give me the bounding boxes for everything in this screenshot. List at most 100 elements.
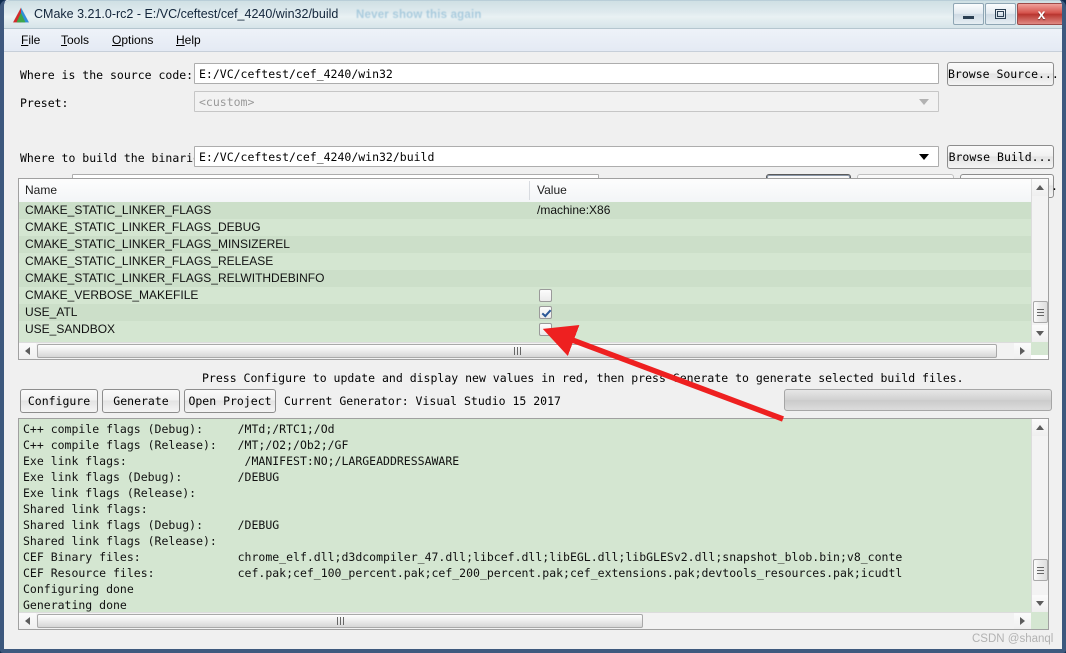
cell-value[interactable]: /machine:X86 xyxy=(537,203,610,217)
browse-source-button[interactable]: Browse Source... xyxy=(947,62,1059,86)
window-controls: x xyxy=(953,3,1062,25)
progress-bar xyxy=(784,389,1052,411)
table-row[interactable]: CMAKE_STATIC_LINKER_FLAGS /machine:X86 xyxy=(19,202,1048,219)
configure-button[interactable]: Configure xyxy=(20,389,98,413)
preset-combo[interactable] xyxy=(194,91,939,112)
minimize-icon xyxy=(963,16,974,19)
build-chevron-down-icon[interactable] xyxy=(919,154,929,160)
cache-table-header: Name Value xyxy=(19,179,1048,203)
cell-name: USE_SANDBOX xyxy=(25,322,116,336)
configure-label: Configure xyxy=(27,394,91,408)
menu-help[interactable]: Help xyxy=(171,32,206,48)
log-line: CEF Binary files: chrome_elf.dll;d3dcomp… xyxy=(23,550,903,564)
log-horizontal-scroll-thumb[interactable] xyxy=(37,614,643,628)
open-project-label: Open Project xyxy=(188,394,272,408)
current-generator-text: Current Generator: Visual Studio 15 2017 xyxy=(284,394,561,408)
log-vertical-scrollbar[interactable] xyxy=(1031,419,1048,612)
maximize-button[interactable] xyxy=(985,3,1016,25)
log-line: Shared link flags (Release): xyxy=(23,534,217,548)
scroll-right-button[interactable] xyxy=(1014,343,1031,359)
table-row[interactable]: USE_SANDBOX xyxy=(19,321,1048,338)
table-row[interactable]: CMAKE_STATIC_LINKER_FLAGS_MINSIZEREL xyxy=(19,236,1048,253)
log-line: Configuring done xyxy=(23,582,134,596)
cell-value-checkbox[interactable] xyxy=(539,323,552,336)
build-label: Where to build the binaries: xyxy=(20,151,214,165)
cell-name: CMAKE_STATIC_LINKER_FLAGS_RELEASE xyxy=(25,254,274,268)
log-vertical-scroll-thumb[interactable] xyxy=(1033,559,1048,581)
log-scroll-down-button[interactable] xyxy=(1032,595,1048,612)
scroll-down-button[interactable] xyxy=(1032,325,1048,342)
title-ghost-text: Never show this again xyxy=(356,9,482,21)
close-button[interactable]: x xyxy=(1017,3,1062,25)
menu-bar: File Tools Options Help xyxy=(4,29,1062,52)
column-divider[interactable] xyxy=(529,181,530,200)
grip-icon xyxy=(1037,308,1044,316)
chevron-right-icon xyxy=(1020,617,1025,625)
watermark: CSDN @shanql xyxy=(972,633,1054,645)
output-log-text: C++ compile flags (Debug): /MTd;/RTC1;/O… xyxy=(19,419,1031,612)
log-line: C++ compile flags (Debug): /MTd;/RTC1;/O… xyxy=(23,422,335,436)
browse-build-label: Browse Build... xyxy=(948,150,1053,164)
menu-file[interactable]: File xyxy=(16,32,45,48)
log-line: Exe link flags (Debug): /DEBUG xyxy=(23,470,280,484)
table-horizontal-scrollbar[interactable] xyxy=(19,342,1031,359)
table-row[interactable]: CMAKE_STATIC_LINKER_FLAGS_RELWITHDEBINFO xyxy=(19,270,1048,287)
log-line: C++ compile flags (Release): /MT;/O2;/Ob… xyxy=(23,438,349,452)
cell-name: CMAKE_STATIC_LINKER_FLAGS_DEBUG xyxy=(25,220,261,234)
log-line: Generating done xyxy=(23,598,127,612)
chevron-left-icon xyxy=(25,347,30,355)
chevron-down-icon xyxy=(1036,331,1044,336)
log-line: CEF Resource files: cef.pak;cef_100_perc… xyxy=(23,566,903,580)
vertical-scroll-thumb[interactable] xyxy=(1033,301,1048,323)
output-log[interactable]: C++ compile flags (Debug): /MTd;/RTC1;/O… xyxy=(18,418,1049,630)
preset-label: Preset: xyxy=(20,96,69,110)
maximize-icon xyxy=(995,9,1006,19)
chevron-right-icon xyxy=(1020,347,1025,355)
title-bar: Never show this again CMake 3.21.0-rc2 -… xyxy=(4,0,1062,28)
chevron-left-icon xyxy=(25,617,30,625)
menu-options[interactable]: Options xyxy=(107,32,158,48)
grip-icon xyxy=(513,347,521,355)
open-project-button[interactable]: Open Project xyxy=(184,389,276,413)
browse-source-label: Browse Source... xyxy=(948,67,1059,81)
chevron-up-icon xyxy=(1036,425,1044,430)
generate-button[interactable]: Generate xyxy=(102,389,180,413)
chevron-down-icon xyxy=(1036,601,1044,606)
horizontal-scroll-thumb[interactable] xyxy=(37,344,997,358)
scroll-up-button[interactable] xyxy=(1032,179,1048,196)
menu-tools[interactable]: Tools xyxy=(56,32,94,48)
log-horizontal-scrollbar[interactable] xyxy=(19,612,1031,629)
log-scroll-right-button[interactable] xyxy=(1014,613,1031,629)
source-label: Where is the source code: xyxy=(20,68,194,82)
grip-icon xyxy=(1037,566,1044,574)
browse-build-button[interactable]: Browse Build... xyxy=(947,145,1054,169)
table-row[interactable]: CMAKE_VERBOSE_MAKEFILE xyxy=(19,287,1048,304)
cell-value-checkbox[interactable] xyxy=(539,306,552,319)
scroll-left-button[interactable] xyxy=(19,343,36,359)
close-icon: x xyxy=(1037,6,1046,22)
cell-name: CMAKE_STATIC_LINKER_FLAGS xyxy=(25,203,212,217)
cache-table-rows: CMAKE_STATIC_LINKER_FLAGS /machine:X86 C… xyxy=(19,202,1048,359)
cell-value-checkbox[interactable] xyxy=(539,289,552,302)
client-area: File Tools Options Help Where is the sou… xyxy=(4,28,1062,649)
log-line: Exe link flags: /MANIFEST:NO;/LARGEADDRE… xyxy=(23,454,460,468)
table-row[interactable]: USE_ATL xyxy=(19,304,1048,321)
column-header-value[interactable]: Value xyxy=(537,183,567,197)
grip-icon xyxy=(336,617,344,625)
window-frame: Never show this again CMake 3.21.0-rc2 -… xyxy=(0,0,1066,653)
table-row[interactable]: CMAKE_STATIC_LINKER_FLAGS_RELEASE xyxy=(19,253,1048,270)
column-header-name[interactable]: Name xyxy=(25,183,57,197)
source-input[interactable] xyxy=(194,63,939,84)
cmake-logo-icon xyxy=(12,7,30,23)
log-scroll-up-button[interactable] xyxy=(1032,419,1048,436)
log-line: Shared link flags (Debug): /DEBUG xyxy=(23,518,280,532)
log-scroll-left-button[interactable] xyxy=(19,613,36,629)
table-vertical-scrollbar[interactable] xyxy=(1031,179,1048,342)
generate-label: Generate xyxy=(113,394,169,408)
build-input[interactable] xyxy=(194,146,939,167)
table-row[interactable]: CMAKE_STATIC_LINKER_FLAGS_DEBUG xyxy=(19,219,1048,236)
cell-name: CMAKE_STATIC_LINKER_FLAGS_MINSIZEREL xyxy=(25,237,290,251)
cell-name: CMAKE_VERBOSE_MAKEFILE xyxy=(25,288,199,302)
minimize-button[interactable] xyxy=(953,3,984,25)
cache-table: Name Value CMAKE_STATIC_LINKER_FLAGS /ma… xyxy=(18,178,1049,360)
